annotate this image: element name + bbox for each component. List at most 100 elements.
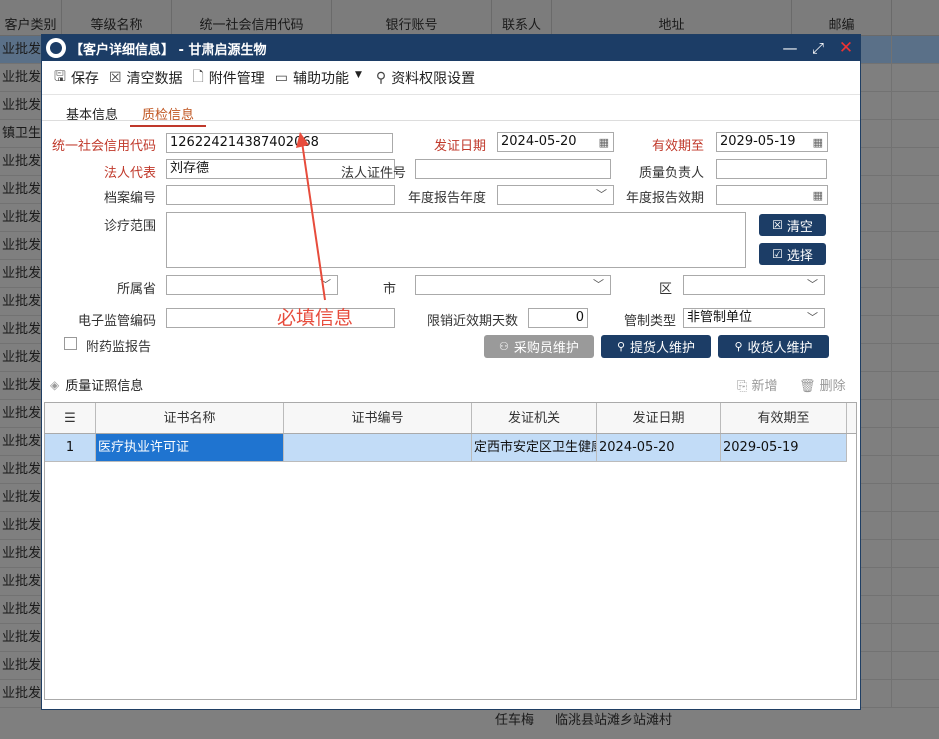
permissions-button[interactable]: ⚲ 资料权限设置 <box>376 68 475 88</box>
bg-cell <box>892 36 939 64</box>
city-select[interactable]: ﹀ <box>415 275 611 295</box>
col-issue-date[interactable]: 发证日期 <box>597 403 721 433</box>
clear-data-label: 清空数据 <box>126 70 183 87</box>
quality-cert-section-title: ◈ 质量证照信息 <box>50 375 143 395</box>
limit-days-input[interactable]: 0 <box>528 308 588 328</box>
bg-cell <box>892 92 939 120</box>
add-cert-label: 新增 <box>751 379 778 394</box>
annual-valid-label: 年度报告效期 <box>625 191 704 206</box>
tab-basic-info[interactable]: 基本信息 <box>54 101 130 127</box>
expiry-value: 2029-05-19 <box>720 134 796 149</box>
bg-cell <box>892 120 939 148</box>
select-scope-button[interactable]: ☑ 选择 <box>759 243 826 265</box>
col-cert-name[interactable]: 证书名称 <box>96 403 284 433</box>
control-type-label: 管制类型 <box>623 314 676 329</box>
issue-date-label: 发证日期 <box>433 139 486 154</box>
table-row[interactable]: 1 医疗执业许可证 定西市安定区卫生健康 2024-05-20 2029-05-… <box>45 434 847 462</box>
scope-textarea[interactable] <box>166 212 746 268</box>
clear-box-icon: ☒ <box>772 218 783 232</box>
chevron-down-icon: ﹀ <box>596 188 607 201</box>
limit-days-label: 限销近效期天数 <box>426 314 518 329</box>
bg-col-postcode[interactable]: 邮编 <box>792 0 892 36</box>
bg-cell <box>892 512 939 540</box>
archive-no-input[interactable] <box>166 185 395 205</box>
bg-col-customer-type[interactable]: 客户类别 <box>0 0 62 36</box>
attachments-button[interactable]: 🗋 附件管理 <box>193 66 265 90</box>
bg-col-level[interactable]: 等级名称 <box>62 0 172 36</box>
bg-col-address[interactable]: 地址 <box>552 0 792 36</box>
issue-date-input[interactable]: 2024-05-20 ▦ <box>497 132 614 152</box>
credit-code-input[interactable]: 126224214387402068 <box>166 133 393 153</box>
tab-quality-info[interactable]: 质检信息 <box>130 101 207 127</box>
bg-bottom-contact: 任车梅 <box>495 713 535 728</box>
col-authority[interactable]: 发证机关 <box>472 403 597 433</box>
annual-valid-input[interactable]: ▦ <box>716 185 828 205</box>
control-type-select[interactable]: 非管制单位 ﹀ <box>683 308 825 328</box>
calendar-icon[interactable]: ▦ <box>813 134 823 151</box>
calendar-icon: ▭ <box>274 69 288 86</box>
row-index: 1 <box>45 434 96 461</box>
bg-cell <box>892 624 939 652</box>
close-icon[interactable]: ✕ <box>832 38 860 58</box>
add-cert-button[interactable]: ⎘ 新增 <box>737 375 778 394</box>
col-cert-number[interactable]: 证书编号 <box>284 403 472 433</box>
chevron-down-icon: ﹀ <box>807 311 818 324</box>
bg-cell <box>892 596 939 624</box>
esup-label: 电子监管编码 <box>77 314 156 329</box>
toolbar: 🖫 保存 ☒ 清空数据 🗋 附件管理 ▭ 辅助功能 ▼ ⚲ 资料权限设置 <box>42 61 860 95</box>
bg-cell <box>892 260 939 288</box>
quality-head-input[interactable] <box>716 159 827 179</box>
required-annotation: 必填信息 <box>277 307 354 329</box>
column-menu-icon[interactable]: ☰ <box>45 403 96 433</box>
calendar-icon[interactable]: ▦ <box>599 134 609 151</box>
bg-cell <box>892 344 939 372</box>
attach-report-label: 附药监报告 <box>86 340 152 355</box>
bg-cell <box>892 540 939 568</box>
aux-function-button[interactable]: ▭ 辅助功能 ▼ <box>275 68 362 88</box>
key-icon: ⚲ <box>375 69 387 86</box>
chevron-down-icon: ﹀ <box>807 278 818 291</box>
calendar-icon[interactable]: ▦ <box>813 187 823 204</box>
bg-cell <box>892 288 939 316</box>
cert-name-cell[interactable]: 医疗执业许可证 <box>96 434 284 461</box>
bg-cell <box>892 680 939 708</box>
cert-number-cell[interactable] <box>284 434 472 461</box>
receiver-maintain-button[interactable]: ⚲ 收货人维护 <box>718 335 829 358</box>
user-icon: ⚲ <box>616 340 626 353</box>
credit-code-label: 统一社会信用代码 <box>51 139 156 154</box>
app-logo-icon <box>46 38 66 58</box>
bg-col-bank-account[interactable]: 银行账号 <box>332 0 492 36</box>
expiry-input[interactable]: 2029-05-19 ▦ <box>716 132 828 152</box>
minimize-icon[interactable]: — <box>776 39 804 57</box>
bg-cell <box>892 372 939 400</box>
delete-cert-label: 删除 <box>819 379 846 394</box>
clear-scope-label: 清空 <box>786 219 813 235</box>
authority-cell[interactable]: 定西市安定区卫生健康 <box>472 434 597 461</box>
bg-cell <box>892 148 939 176</box>
receiver-maintain-label: 收货人维护 <box>747 341 813 356</box>
add-icon: ⎘ <box>737 379 748 394</box>
bg-col-credit-code[interactable]: 统一社会信用代码 <box>172 0 332 36</box>
bg-col-contact[interactable]: 联系人 <box>492 0 552 36</box>
clear-scope-button[interactable]: ☒ 清空 <box>759 214 826 236</box>
annual-year-select[interactable]: ﹀ <box>497 185 614 205</box>
clear-data-button[interactable]: ☒ 清空数据 <box>109 68 183 88</box>
dialog-titlebar[interactable]: 【客户详细信息】 - 甘肃启源生物 — ⤢ ✕ <box>42 35 860 61</box>
user-icon: ⚲ <box>734 340 743 353</box>
district-select[interactable]: ﹀ <box>683 275 825 295</box>
col-expiry[interactable]: 有效期至 <box>721 403 847 433</box>
buyer-maintain-button[interactable]: ⚇ 采购员维护 <box>484 335 594 358</box>
bg-cell <box>892 316 939 344</box>
save-button[interactable]: 🖫 保存 <box>54 66 99 90</box>
issue-date-cell[interactable]: 2024-05-20 <box>597 434 721 461</box>
bg-cell <box>892 400 939 428</box>
maximize-icon[interactable]: ⤢ <box>804 39 832 57</box>
issue-date-value: 2024-05-20 <box>501 134 577 149</box>
supplier-maintain-button[interactable]: ⚲ 提货人维护 <box>601 335 711 358</box>
legal-id-input[interactable] <box>415 159 611 179</box>
expiry-cell[interactable]: 2029-05-19 <box>721 434 847 461</box>
delete-cert-button[interactable]: 🗑 删除 <box>799 375 846 394</box>
cert-grid-header: ☰ 证书名称 证书编号 发证机关 发证日期 有效期至 <box>45 403 856 434</box>
bg-cell <box>892 428 939 456</box>
attach-report-checkbox[interactable] <box>64 337 77 350</box>
